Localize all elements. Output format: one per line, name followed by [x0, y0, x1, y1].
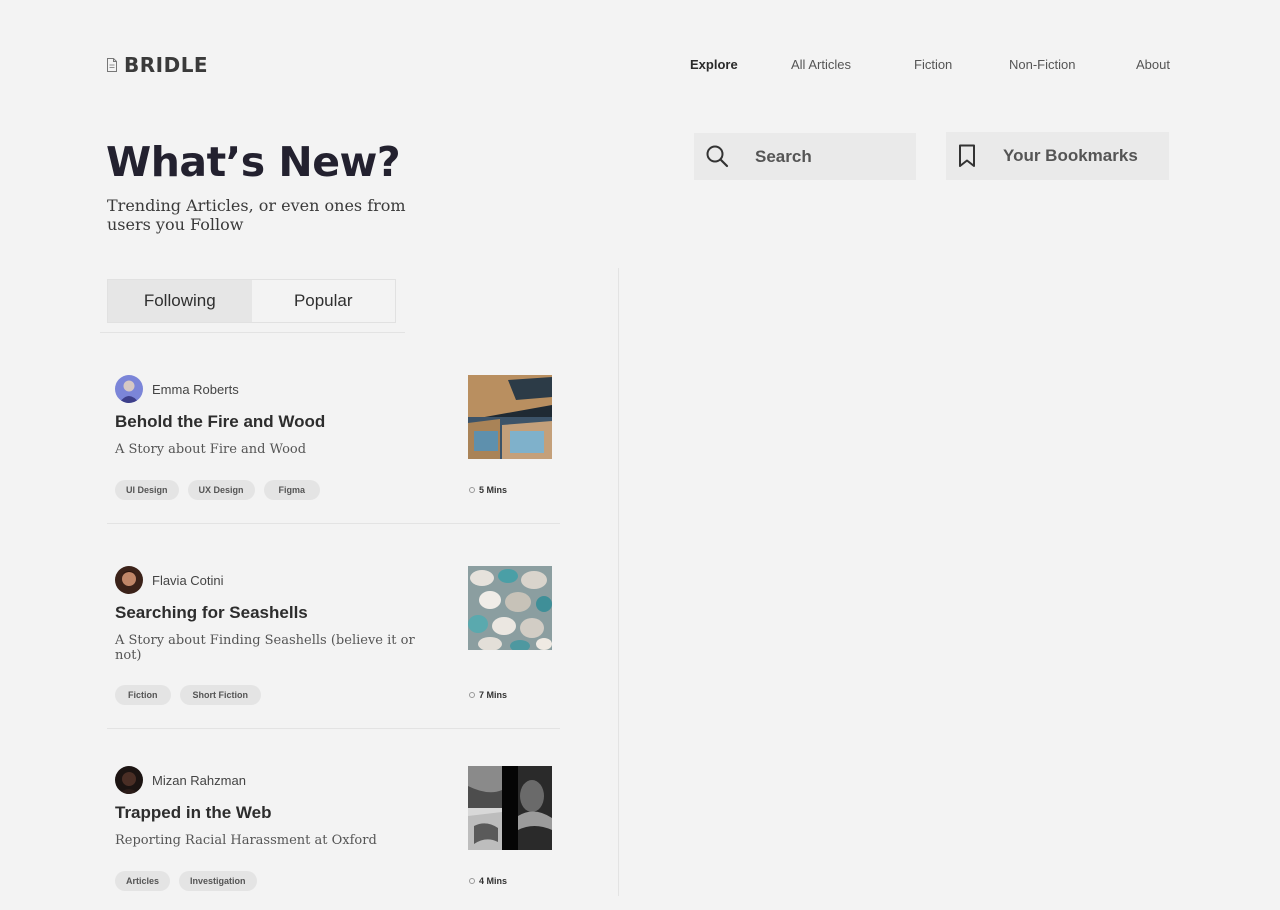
column-divider [618, 268, 619, 896]
nav-explore[interactable]: Explore [690, 57, 738, 72]
article-title[interactable]: Trapped in the Web [115, 803, 271, 823]
read-time-label: 5 Mins [479, 485, 508, 495]
article-description: A Story about Finding Seashells (believe… [115, 633, 415, 663]
nav-non-fiction[interactable]: Non-Fiction [1009, 57, 1075, 72]
author-name: Mizan Rahzman [152, 772, 246, 788]
tag[interactable]: UX Design [187, 480, 255, 500]
nav-all-articles[interactable]: All Articles [791, 57, 851, 72]
article-tags: Articles Investigation [115, 871, 257, 891]
tag[interactable]: Figma [263, 480, 321, 500]
article-tags: Fiction Short Fiction [115, 685, 261, 705]
page-subtitle: Trending Articles, or even ones from use… [107, 196, 406, 234]
author-name: Flavia Cotini [152, 572, 224, 588]
article-author[interactable]: Flavia Cotini [115, 566, 224, 594]
avatar [115, 375, 143, 403]
feed-tabs: Following Popular [107, 279, 396, 323]
search-input[interactable]: Search [694, 133, 916, 180]
article-thumbnail[interactable] [468, 375, 552, 459]
read-time: 5 Mins [469, 485, 507, 495]
tab-popular[interactable]: Popular [252, 280, 396, 322]
article-author[interactable]: Mizan Rahzman [115, 766, 246, 794]
article-divider [107, 728, 560, 729]
article-divider [107, 523, 560, 524]
page-title: What’s New? [106, 138, 401, 186]
tag[interactable]: Fiction [115, 685, 171, 705]
avatar [115, 566, 143, 594]
tab-following[interactable]: Following [108, 280, 252, 322]
article-thumbnail[interactable] [468, 566, 552, 650]
author-name: Emma Roberts [152, 381, 239, 397]
bookmark-icon [959, 144, 975, 167]
nav-fiction[interactable]: Fiction [914, 57, 952, 72]
top-nav: Explore All Articles Fiction Non-Fiction… [0, 57, 1280, 75]
tag[interactable]: Articles [115, 871, 171, 891]
clock-icon [469, 487, 475, 493]
clock-icon [469, 692, 475, 698]
article-tags: UI Design UX Design Figma [115, 480, 321, 500]
search-icon [706, 145, 729, 168]
nav-about[interactable]: About [1136, 57, 1170, 72]
article-title[interactable]: Behold the Fire and Wood [115, 412, 325, 432]
article-thumbnail[interactable] [468, 766, 552, 850]
tag[interactable]: Short Fiction [179, 685, 261, 705]
tabs-divider [100, 332, 405, 333]
avatar [115, 766, 143, 794]
bookmarks-button[interactable]: Your Bookmarks [946, 132, 1169, 180]
read-time-label: 7 Mins [479, 690, 508, 700]
clock-icon [469, 878, 475, 884]
bookmarks-label: Your Bookmarks [1003, 146, 1138, 165]
article-author[interactable]: Emma Roberts [115, 375, 239, 403]
article-title[interactable]: Searching for Seashells [115, 603, 308, 623]
tag[interactable]: Investigation [179, 871, 257, 891]
read-time-label: 4 Mins [479, 876, 508, 886]
read-time: 7 Mins [469, 690, 507, 700]
article-description: A Story about Fire and Wood [115, 442, 307, 457]
read-time: 4 Mins [469, 876, 507, 886]
search-placeholder: Search [755, 146, 812, 166]
article-description: Reporting Racial Harassment at Oxford [115, 833, 377, 848]
tag[interactable]: UI Design [115, 480, 179, 500]
